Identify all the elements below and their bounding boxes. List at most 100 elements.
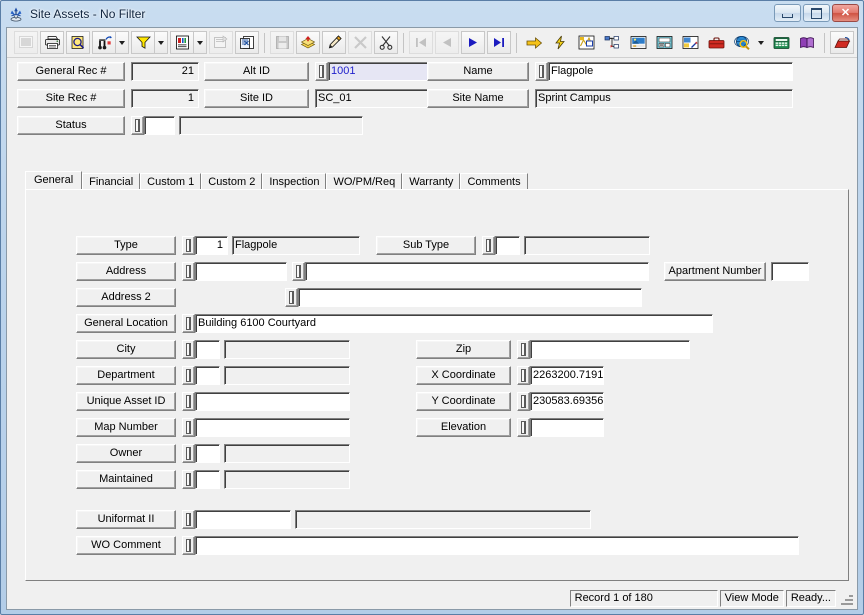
save-icon[interactable]: [270, 31, 294, 54]
map-number-lookup-button[interactable]: [182, 418, 195, 437]
address-second-lookup-button[interactable]: [292, 262, 305, 281]
alt-id-input[interactable]: 1001: [328, 62, 433, 81]
status-lookup-button[interactable]: [131, 116, 144, 135]
department-code-input[interactable]: [195, 366, 220, 385]
calculator-icon[interactable]: [769, 31, 793, 54]
unique-asset-id-lookup-button[interactable]: [182, 392, 195, 411]
owner-code-input[interactable]: [195, 444, 220, 463]
last-record-icon[interactable]: [487, 31, 511, 54]
uniformat-code-input[interactable]: [195, 510, 291, 529]
site-name-label: Site Name: [427, 89, 529, 108]
select-grid-icon[interactable]: [14, 31, 38, 54]
properties-icon[interactable]: [209, 31, 233, 54]
minimize-button[interactable]: [774, 4, 801, 22]
toolbar-separator: [403, 32, 404, 53]
map-number-input[interactable]: [195, 418, 350, 437]
tree-view-icon[interactable]: [600, 31, 624, 54]
unique-asset-id-input[interactable]: [195, 392, 350, 411]
maintained-lookup-button[interactable]: [182, 470, 195, 489]
city-code-input[interactable]: [195, 340, 220, 359]
tab-general[interactable]: General: [25, 171, 83, 190]
wo-comment-input[interactable]: [195, 536, 799, 555]
apartment-number-input[interactable]: [771, 262, 809, 281]
close-button[interactable]: ✕: [832, 4, 859, 22]
sub-type-code-input[interactable]: [495, 236, 520, 255]
general-location-input[interactable]: Building 6100 Courtyard: [195, 314, 713, 333]
report-dropdown-button[interactable]: [194, 31, 207, 54]
general-tab-panel: Type 1 Flagpole Sub Type Address Apartme…: [25, 189, 849, 581]
address-code-input[interactable]: [195, 262, 287, 281]
print-preview-icon[interactable]: [66, 31, 90, 54]
city-lookup-button[interactable]: [182, 340, 195, 359]
status-label: Status: [17, 116, 125, 135]
print-icon[interactable]: [40, 31, 64, 54]
title-bar[interactable]: Site Assets - No Filter ✕: [1, 1, 863, 27]
city-row: City: [76, 340, 350, 359]
first-record-icon[interactable]: [409, 31, 433, 54]
sub-type-lookup-button[interactable]: [482, 236, 495, 255]
department-description: [224, 366, 350, 385]
window-title: Site Assets - No Filter: [30, 7, 146, 21]
site-rec-value: 1: [131, 89, 199, 108]
y-coordinate-row: Y Coordinate 230583.69356: [416, 392, 604, 411]
name-input[interactable]: Flagpole: [548, 62, 793, 81]
cut-icon[interactable]: [374, 31, 398, 54]
type-description: Flagpole: [232, 236, 360, 255]
y-coordinate-input[interactable]: 230583.69356: [530, 392, 604, 411]
new-record-icon[interactable]: [296, 31, 320, 54]
chevron-down-icon: [197, 40, 203, 45]
general-location-lookup-button[interactable]: [182, 314, 195, 333]
address-lookup-button[interactable]: [182, 262, 195, 281]
elevation-input[interactable]: [530, 418, 604, 437]
web-search-icon[interactable]: [730, 31, 754, 54]
delete-icon[interactable]: [348, 31, 372, 54]
edit-icon[interactable]: [322, 31, 346, 54]
copy-record-icon[interactable]: [235, 31, 259, 54]
maximize-button[interactable]: [803, 4, 830, 22]
apartment-number-row: Apartment Number: [664, 262, 809, 281]
quick-action-icon[interactable]: [548, 31, 572, 54]
image-view-icon[interactable]: [626, 31, 650, 54]
x-coordinate-input[interactable]: 2263200.7191: [530, 366, 604, 385]
exit-icon[interactable]: [830, 31, 854, 54]
drawing-icon[interactable]: [678, 31, 702, 54]
general-rec-row: General Rec # 21: [17, 62, 199, 81]
find-dropdown-button[interactable]: [116, 31, 129, 54]
name-lookup-button[interactable]: [535, 62, 548, 81]
address-input[interactable]: [305, 262, 649, 281]
next-record-icon[interactable]: [461, 31, 485, 54]
name-label: Name: [427, 62, 529, 81]
filter-dropdown-button[interactable]: [155, 31, 168, 54]
map-view-icon[interactable]: [574, 31, 598, 54]
y-coordinate-lookup-button[interactable]: [517, 392, 530, 411]
site-id-row: Site ID SC_01: [204, 89, 433, 108]
filter-icon[interactable]: [131, 31, 155, 54]
owner-lookup-button[interactable]: [182, 444, 195, 463]
status-code-input[interactable]: [144, 116, 175, 135]
uniformat-lookup-button[interactable]: [182, 510, 195, 529]
record-count-pane: Record 1 of 180: [569, 589, 718, 607]
type-code-input[interactable]: 1: [195, 236, 228, 255]
zip-lookup-button[interactable]: [517, 340, 530, 359]
department-lookup-button[interactable]: [182, 366, 195, 385]
previous-record-icon[interactable]: [435, 31, 459, 54]
type-row: Type 1 Flagpole: [76, 236, 360, 255]
x-coordinate-lookup-button[interactable]: [517, 366, 530, 385]
find-icon[interactable]: [92, 31, 116, 54]
toolbar-separator: [516, 32, 517, 53]
wo-comment-lookup-button[interactable]: [182, 536, 195, 555]
maintained-code-input[interactable]: [195, 470, 220, 489]
alt-id-lookup-button[interactable]: [315, 62, 328, 81]
help-book-icon[interactable]: [795, 31, 819, 54]
address2-input[interactable]: [298, 288, 642, 307]
report-icon[interactable]: [170, 31, 194, 54]
elevation-lookup-button[interactable]: [517, 418, 530, 437]
goto-icon[interactable]: [522, 31, 546, 54]
resize-grip-icon[interactable]: [839, 591, 853, 605]
fax-icon[interactable]: [652, 31, 676, 54]
toolbox-icon[interactable]: [704, 31, 728, 54]
zip-input[interactable]: [530, 340, 690, 359]
address2-lookup-button[interactable]: [285, 288, 298, 307]
web-search-dropdown-button[interactable]: [754, 31, 767, 54]
type-lookup-button[interactable]: [182, 236, 195, 255]
